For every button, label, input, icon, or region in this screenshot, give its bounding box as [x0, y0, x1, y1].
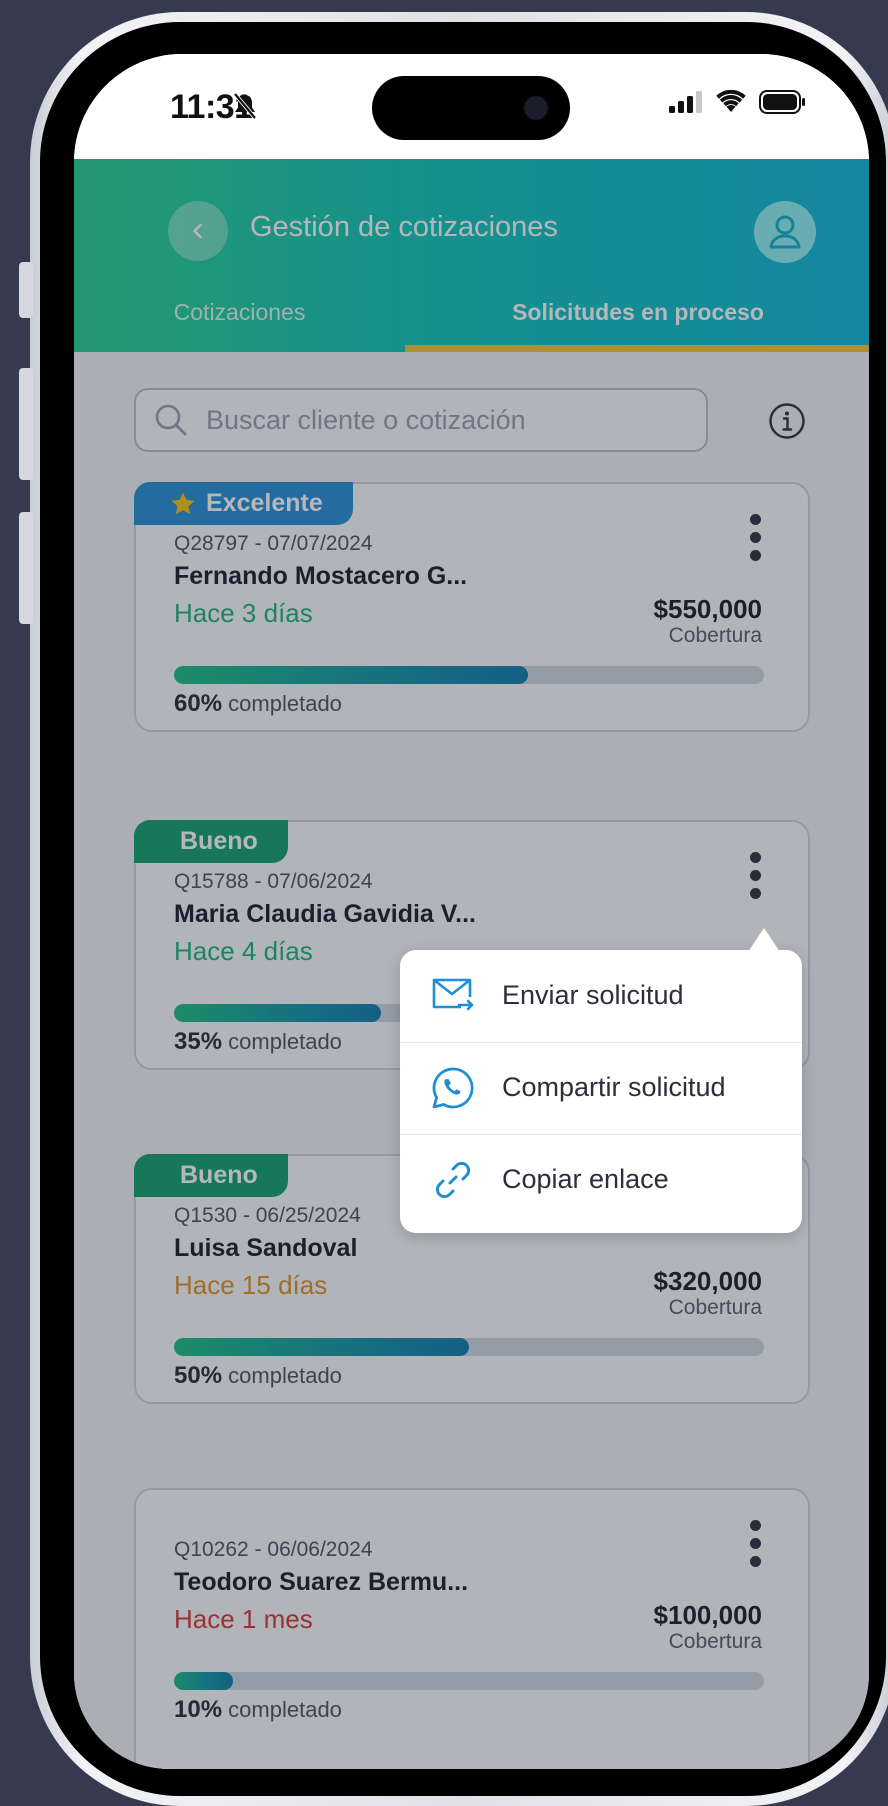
bell-muted-icon	[233, 92, 257, 120]
cellular-signal-icon	[669, 91, 702, 113]
status-icons	[669, 90, 807, 114]
menu-item-label: Enviar solicitud	[502, 979, 684, 1010]
status-bar: 11:31	[74, 54, 869, 159]
battery-icon	[759, 90, 805, 114]
mute-switch	[19, 262, 33, 318]
menu-item-label: Copiar enlace	[502, 1164, 669, 1194]
whatsapp-icon	[430, 1065, 476, 1111]
volume-down-button	[19, 512, 33, 624]
dynamic-island	[372, 76, 570, 140]
wifi-icon	[716, 90, 746, 112]
menu-item-label: Compartir solicitud	[502, 1072, 726, 1102]
menu-item-copiar-enlace[interactable]: Copiar enlace	[400, 1134, 802, 1224]
mail-send-icon	[430, 972, 476, 1018]
app-screen: 11:31 Gestión de cotizaciones Cotizacion…	[74, 54, 869, 1769]
menu-item-enviar-solicitud[interactable]: Enviar solicitud	[400, 950, 802, 1040]
menu-item-compartir-solicitud[interactable]: Compartir solicitud	[400, 1042, 802, 1132]
link-icon	[430, 1157, 476, 1203]
card-actions-menu: Enviar solicitud Compartir solicitud Cop…	[400, 928, 802, 1233]
volume-up-button	[19, 368, 33, 480]
